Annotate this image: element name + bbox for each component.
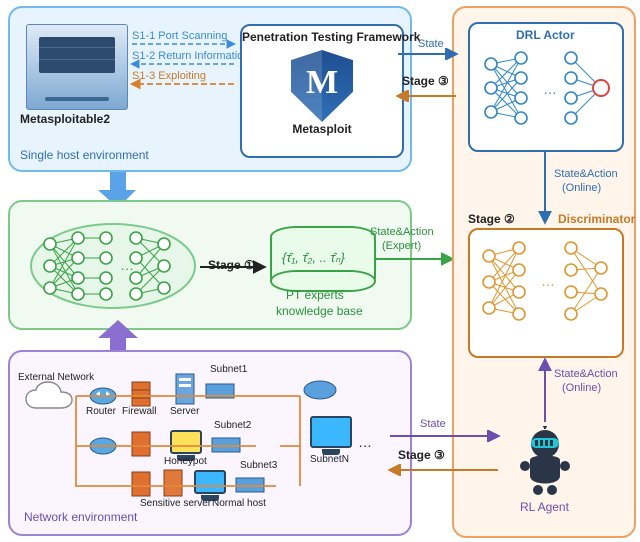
kb-cap1: PT experts <box>286 288 344 302</box>
single-host-title: Single host environment <box>20 148 149 162</box>
stage2-label: Stage ② <box>468 212 515 226</box>
sa-online-top1: State&Action <box>554 168 618 180</box>
kb-panel: … Stage ① {τ̂₁, τ̂₂, .. τ̂ₙ} PT experts … <box>8 200 412 330</box>
network-panel: Network environment External Network Rou… <box>8 350 412 536</box>
kb-cylinder-icon: {τ̂₁, τ̂₂, .. τ̂ₙ} <box>270 226 376 292</box>
actor-box: DRL Actor … <box>468 22 624 152</box>
agent-to-disc-arrow <box>538 356 552 426</box>
sa-expert1: State&Action <box>370 226 434 238</box>
host-label: Metasploitable2 <box>20 112 110 126</box>
nn-center-icon: … <box>28 220 198 312</box>
nn-to-kb-arrow <box>198 260 270 274</box>
metasploit-shield-icon: M <box>291 50 353 122</box>
orange-links <box>70 388 320 500</box>
host-box-icon <box>26 24 128 110</box>
state-bot: State <box>420 418 446 430</box>
kb-to-disc-arrow <box>372 252 458 266</box>
actor-title: DRL Actor <box>516 28 575 42</box>
sa-online-top2: (Online) <box>562 182 601 194</box>
server-slot-icon <box>45 97 109 101</box>
server-stack-icon <box>39 37 115 73</box>
network-title: Network environment <box>24 510 137 524</box>
actor-to-fw-arrow <box>396 90 462 102</box>
stage3-bot: Stage ③ <box>398 448 445 462</box>
svg-text:…: … <box>543 81 557 97</box>
sa-expert2: (Expert) <box>382 240 421 252</box>
framework-tool: Metasploit <box>242 122 402 136</box>
svg-text:…: … <box>541 273 555 289</box>
agent-label: RL Agent <box>520 500 569 514</box>
framework-title: Penetration Testing Framework <box>242 30 402 44</box>
sa-online-bot2: (Online) <box>562 382 601 394</box>
shield-letter: M <box>306 66 338 100</box>
agent-to-net-arrow <box>388 464 504 476</box>
dots: … <box>358 434 372 450</box>
stage3-top: Stage ③ <box>402 74 449 88</box>
subnet1-label: Subnet1 <box>210 364 247 375</box>
right-panel: DRL Actor … <box>452 6 636 538</box>
discriminator-box: … <box>468 228 624 358</box>
discriminator-title: Discriminator <box>558 212 635 226</box>
cloud-icon <box>22 380 76 416</box>
single-host-panel: Metasploitable2 Single host environment … <box>8 6 412 172</box>
ext-net-label: External Network <box>18 372 78 383</box>
actor-nn-icon: … <box>471 46 621 146</box>
state-to-actor-arrow <box>396 48 462 60</box>
svg-text:…: … <box>120 257 134 273</box>
net-to-agent-arrow <box>388 430 504 442</box>
nn-svg: … <box>28 220 198 312</box>
robot-icon <box>516 426 574 499</box>
kb-cap2: knowledge base <box>276 304 363 318</box>
framework-box: Penetration Testing Framework M Metasplo… <box>240 24 404 158</box>
kb-formula: {τ̂₁, τ̂₂, .. τ̂ₙ} <box>282 250 345 266</box>
sa-online-bot1: State&Action <box>554 368 618 380</box>
disc-nn-icon: … <box>471 234 621 354</box>
host-framework-arrows <box>128 26 238 96</box>
actor-to-disc-arrow <box>538 150 552 228</box>
